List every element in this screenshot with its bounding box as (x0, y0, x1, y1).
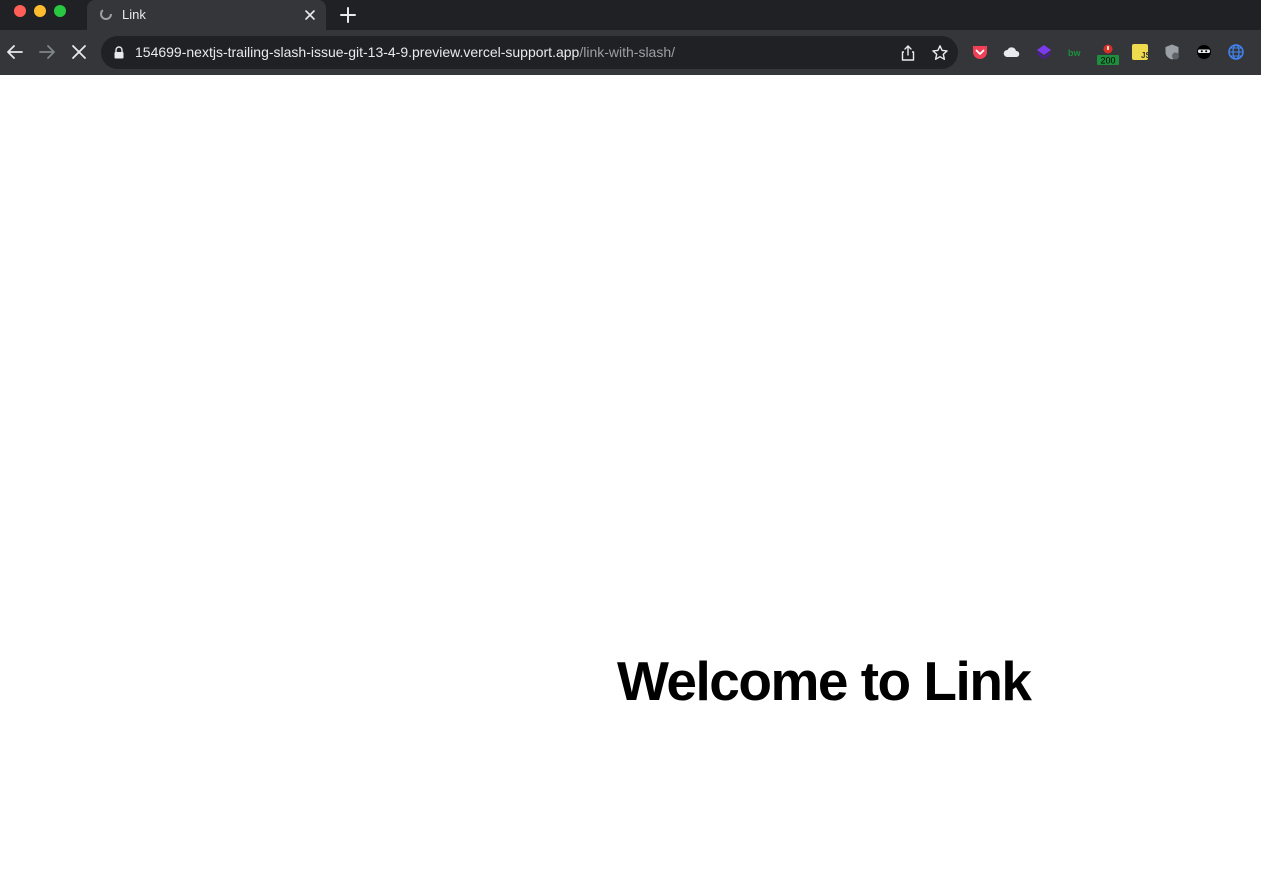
share-icon[interactable] (900, 44, 916, 62)
tab-link[interactable]: Link (87, 0, 326, 30)
url-text[interactable]: 154699-nextjs-trailing-slash-issue-git-1… (135, 44, 675, 60)
tab-strip: Link (0, 0, 1261, 30)
shield-icon[interactable] (1163, 43, 1181, 61)
window-minimize-button[interactable] (34, 5, 46, 17)
page-content: Welcome to Link (0, 75, 1261, 894)
globe-icon[interactable] (1227, 43, 1245, 61)
svg-text:200: 200 (1100, 56, 1115, 66)
svg-text:JS: JS (1141, 51, 1149, 60)
back-arrow-icon[interactable] (6, 43, 24, 61)
pocket-icon[interactable] (971, 43, 989, 61)
new-tab-button[interactable] (339, 6, 357, 24)
url-path: /link-with-slash/ (579, 44, 676, 60)
bookmark-star-icon[interactable] (931, 44, 949, 62)
cloud-icon[interactable] (1003, 43, 1021, 61)
window-maximize-button[interactable] (54, 5, 66, 17)
page-title: Welcome to Link (617, 650, 1032, 712)
close-icon[interactable] (302, 7, 318, 23)
svg-text:bw: bw (1068, 48, 1081, 58)
ninja-icon[interactable] (1195, 43, 1213, 61)
stop-loading-icon[interactable] (70, 43, 88, 61)
address-bar[interactable]: 154699-nextjs-trailing-slash-issue-git-1… (101, 36, 958, 69)
url-host: 154699-nextjs-trailing-slash-issue-git-1… (135, 44, 580, 60)
js-icon[interactable]: JS (1131, 43, 1149, 61)
vercel-spinner-icon (100, 8, 112, 20)
browser-toolbar: 154699-nextjs-trailing-slash-issue-git-1… (0, 30, 1261, 75)
forward-arrow-icon[interactable] (38, 43, 56, 61)
status-200-icon[interactable]: 200 (1097, 43, 1119, 67)
lock-icon[interactable] (113, 46, 125, 59)
tab-title: Link (122, 7, 146, 22)
bw-icon[interactable]: bw (1067, 43, 1085, 61)
layers-icon[interactable] (1035, 43, 1053, 61)
window-close-button[interactable] (14, 5, 26, 17)
